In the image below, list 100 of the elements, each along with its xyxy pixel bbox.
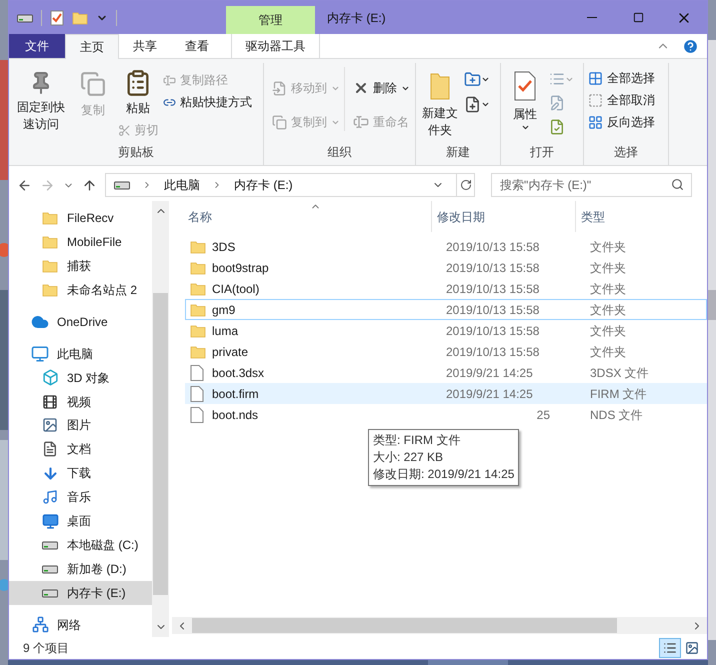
sidebar-item[interactable]: 音乐	[9, 485, 152, 510]
search-icon	[671, 178, 684, 191]
breadcrumb[interactable]: 此电脑	[164, 176, 200, 194]
modified-date: 2019/10/13 15:58	[446, 322, 540, 340]
column-header[interactable]: 名称	[172, 201, 432, 232]
ribbon-tab[interactable]: 文件	[9, 34, 65, 58]
file-name: boot.3dsx	[212, 364, 264, 382]
sidebar-item[interactable]: 网络	[9, 612, 152, 637]
sidebar-item[interactable]: 3D 对象	[9, 366, 152, 390]
select-icon	[588, 114, 603, 130]
tooltip-line: 大小: 227 KB	[373, 449, 444, 466]
file-name: private	[212, 344, 248, 360]
item-count: 9 个项目	[23, 640, 70, 657]
file-row[interactable]: private 2019/10/13 15:58 文件夹	[185, 341, 707, 362]
folder-icon	[42, 282, 58, 298]
file-name: luma	[212, 322, 238, 340]
address-bar[interactable]: 此电脑 内存卡 (E:)	[105, 173, 475, 197]
ribbon-button[interactable]: 反向选择	[607, 113, 655, 131]
ribbon-button[interactable]: 全部取消	[607, 91, 655, 109]
ribbon-button[interactable]: 删除	[373, 79, 397, 97]
sidebar-item[interactable]: 未命名站点 2	[9, 278, 152, 302]
ribbon-button[interactable]: 属性	[513, 105, 537, 123]
list-icon	[663, 641, 677, 655]
folder-icon	[72, 10, 88, 26]
file-name: 3DS	[212, 238, 236, 256]
checklist-icon[interactable]	[50, 10, 64, 26]
ribbon-tab[interactable]: 查看	[171, 34, 223, 58]
modified-date: 2019/10/13 15:58	[446, 302, 540, 318]
file-row[interactable]: 3DS 2019/10/13 15:58 文件夹	[185, 236, 707, 257]
ribbon-group-label: 选择	[613, 144, 639, 161]
breadcrumb[interactable]: 内存卡 (E:)	[234, 176, 293, 194]
sidebar-item[interactable]: 捕获	[9, 254, 152, 278]
sidebar-item[interactable]: MobileFile	[9, 230, 152, 254]
sidebar-item[interactable]: FileRecv	[9, 206, 152, 230]
file-name: boot9strap	[212, 260, 269, 276]
sidebar-item[interactable]: 下载	[9, 461, 152, 486]
file-type: 文件夹	[590, 302, 626, 318]
modified-date: 25	[536, 406, 550, 424]
sidebar-item[interactable]: 此电脑	[9, 342, 152, 366]
easy-access-icon[interactable]	[464, 96, 481, 113]
back-button[interactable]	[17, 178, 32, 192]
modified-date: 2019/10/13 15:58	[446, 280, 540, 298]
ribbon-tab[interactable]: 驱动器工具	[231, 34, 320, 58]
file-type: 文件夹	[590, 280, 626, 298]
refresh-button[interactable]	[456, 174, 474, 196]
sidebar-item[interactable]: 内存卡 (E:)	[9, 581, 152, 605]
file-row[interactable]: boot.firm 2019/9/21 14:25 FIRM 文件	[185, 383, 707, 404]
file-row[interactable]: boot.nds 25 NDS 文件	[185, 404, 707, 425]
sidebar-item[interactable]: 新加卷 (D:)	[9, 557, 152, 582]
file-name: boot.firm	[212, 386, 259, 402]
ribbon-button[interactable]: 粘贴	[126, 99, 150, 117]
file-row[interactable]: CIA(tool) 2019/10/13 15:58 文件夹	[185, 278, 707, 299]
maximize-icon	[632, 12, 644, 23]
drive-icon	[17, 12, 33, 22]
ribbon-tab[interactable]: 共享	[119, 34, 171, 58]
sidebar-item[interactable]: 本地磁盘 (C:)	[9, 533, 152, 558]
column-header[interactable]: 修改日期	[432, 201, 576, 232]
file-row[interactable]: boot.3dsx 2019/9/21 14:25 3DSX 文件	[185, 362, 707, 383]
up-button[interactable]	[82, 178, 97, 192]
file-name: CIA(tool)	[212, 280, 260, 298]
help-icon[interactable]	[682, 38, 699, 54]
rename-icon	[353, 114, 369, 130]
context-tab-header: 管理	[226, 6, 315, 34]
file-row[interactable]: luma 2019/10/13 15:58 文件夹	[185, 320, 707, 341]
file-row[interactable]: gm9 2019/10/13 15:58 文件夹	[185, 299, 707, 320]
history-icon[interactable]	[549, 119, 565, 135]
search-field[interactable]: 搜索"内存卡 (E:)"	[491, 173, 692, 197]
scrollbar-thumb[interactable]	[153, 293, 168, 595]
sidebar-item[interactable]: OneDrive	[9, 310, 152, 334]
drive-icon	[42, 588, 58, 598]
vertical-scrollbar[interactable]	[152, 201, 169, 637]
file-type: 3DSX 文件	[590, 364, 649, 382]
ribbon-group-label: 打开	[529, 144, 555, 161]
sidebar-item[interactable]: 文档	[9, 437, 152, 462]
file-icon	[190, 386, 204, 402]
cube-icon	[42, 369, 58, 386]
pin-button[interactable]: 固定到快速访问	[13, 67, 69, 133]
column-header[interactable]: 类型	[576, 201, 707, 232]
ribbon-group-label: 新建	[445, 144, 471, 161]
file-row[interactable]: boot9strap 2019/10/13 15:58 文件夹	[185, 257, 707, 278]
folder-icon	[190, 280, 206, 296]
sidebar-item[interactable]: 视频	[9, 390, 152, 414]
horizontal-scrollbar[interactable]	[172, 617, 707, 634]
file-type: 文件夹	[590, 344, 626, 360]
new-item-icon[interactable]	[464, 71, 481, 88]
ribbon-tab[interactable]: 主页	[65, 34, 119, 59]
ribbon-button[interactable]: 粘贴快捷方式	[180, 93, 252, 111]
ribbon-button[interactable]: 全部选择	[607, 69, 655, 87]
modified-date: 2019/10/13 15:58	[446, 260, 540, 276]
sidebar-item[interactable]: 桌面	[9, 509, 152, 534]
scrollbar-thumb[interactable]	[192, 618, 617, 633]
copy-icon	[80, 71, 106, 97]
new-folder-button[interactable]: 新建文件夹	[420, 67, 460, 139]
caret-icon	[481, 75, 490, 84]
details-view-button[interactable]	[659, 638, 681, 658]
file-name: boot.nds	[212, 406, 258, 424]
file-icon	[190, 406, 204, 422]
refresh-icon	[460, 179, 472, 191]
sidebar-item[interactable]: 图片	[9, 413, 152, 438]
select-icon	[588, 92, 603, 108]
